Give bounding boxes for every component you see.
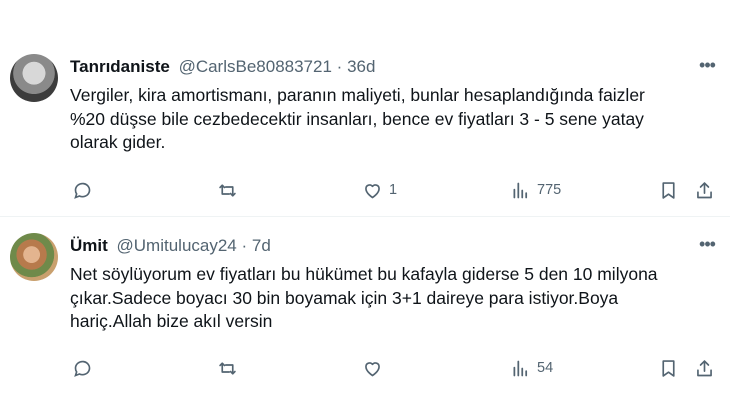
tweet[interactable]: Tanrıdaniste @CarlsBe80883721 · 36d ••• … [0,38,730,216]
reply-button[interactable] [72,179,99,201]
tweet-header: Ümit @Umitulucay24 · 7d [70,236,271,256]
separator-dot: · [336,57,343,76]
views-button[interactable]: 54 [510,357,553,379]
timestamp[interactable]: 7d [252,236,271,255]
more-icon[interactable]: ••• [696,56,718,76]
tweet-text: Vergiler, kira amortismanı, paranın mali… [70,85,645,152]
retweet-button[interactable] [217,179,244,201]
action-bar: 1 775 [0,179,730,203]
heart-icon [365,183,380,198]
reply-icon [74,360,91,377]
share-icon [697,359,712,376]
reply-button[interactable] [72,357,99,379]
user-handle[interactable]: @Umitulucay24 [117,236,237,255]
user-handle[interactable]: @CarlsBe80883721 [179,57,332,76]
avatar[interactable] [10,54,58,102]
reply-icon [74,182,91,199]
retweet-icon [219,183,236,197]
tweet[interactable]: Ümit @Umitulucay24 · 7d ••• Net söylüyor… [0,217,730,420]
separator-dot: · [241,236,248,255]
share-button[interactable] [694,179,715,201]
like-count: 1 [389,182,398,198]
bookmark-icon [662,181,675,199]
tweet-text: Net söylüyorum ev fiyatları bu hükümet b… [70,264,658,331]
bookmark-button[interactable] [658,357,679,379]
like-button[interactable]: 1 [362,179,397,201]
like-button[interactable] [362,357,389,379]
more-icon[interactable]: ••• [696,235,718,255]
bookmark-icon [662,359,675,377]
views-icon [513,182,528,198]
action-bar: 54 [0,357,730,381]
display-name[interactable]: Ümit [70,236,108,255]
bookmark-button[interactable] [658,179,679,201]
tweet-feed: Tanrıdaniste @CarlsBe80883721 · 36d ••• … [0,0,730,420]
retweet-button[interactable] [217,357,244,379]
avatar[interactable] [10,233,58,281]
views-icon [513,360,528,376]
heart-icon [365,361,380,376]
views-button[interactable]: 775 [510,179,561,201]
views-count: 54 [537,360,554,376]
retweet-icon [219,361,236,375]
timestamp[interactable]: 36d [347,57,375,76]
tweet-header: Tanrıdaniste @CarlsBe80883721 · 36d [70,57,375,77]
display-name[interactable]: Tanrıdaniste [70,57,170,76]
views-count: 775 [537,182,562,198]
share-button[interactable] [694,357,715,379]
share-icon [697,181,712,198]
